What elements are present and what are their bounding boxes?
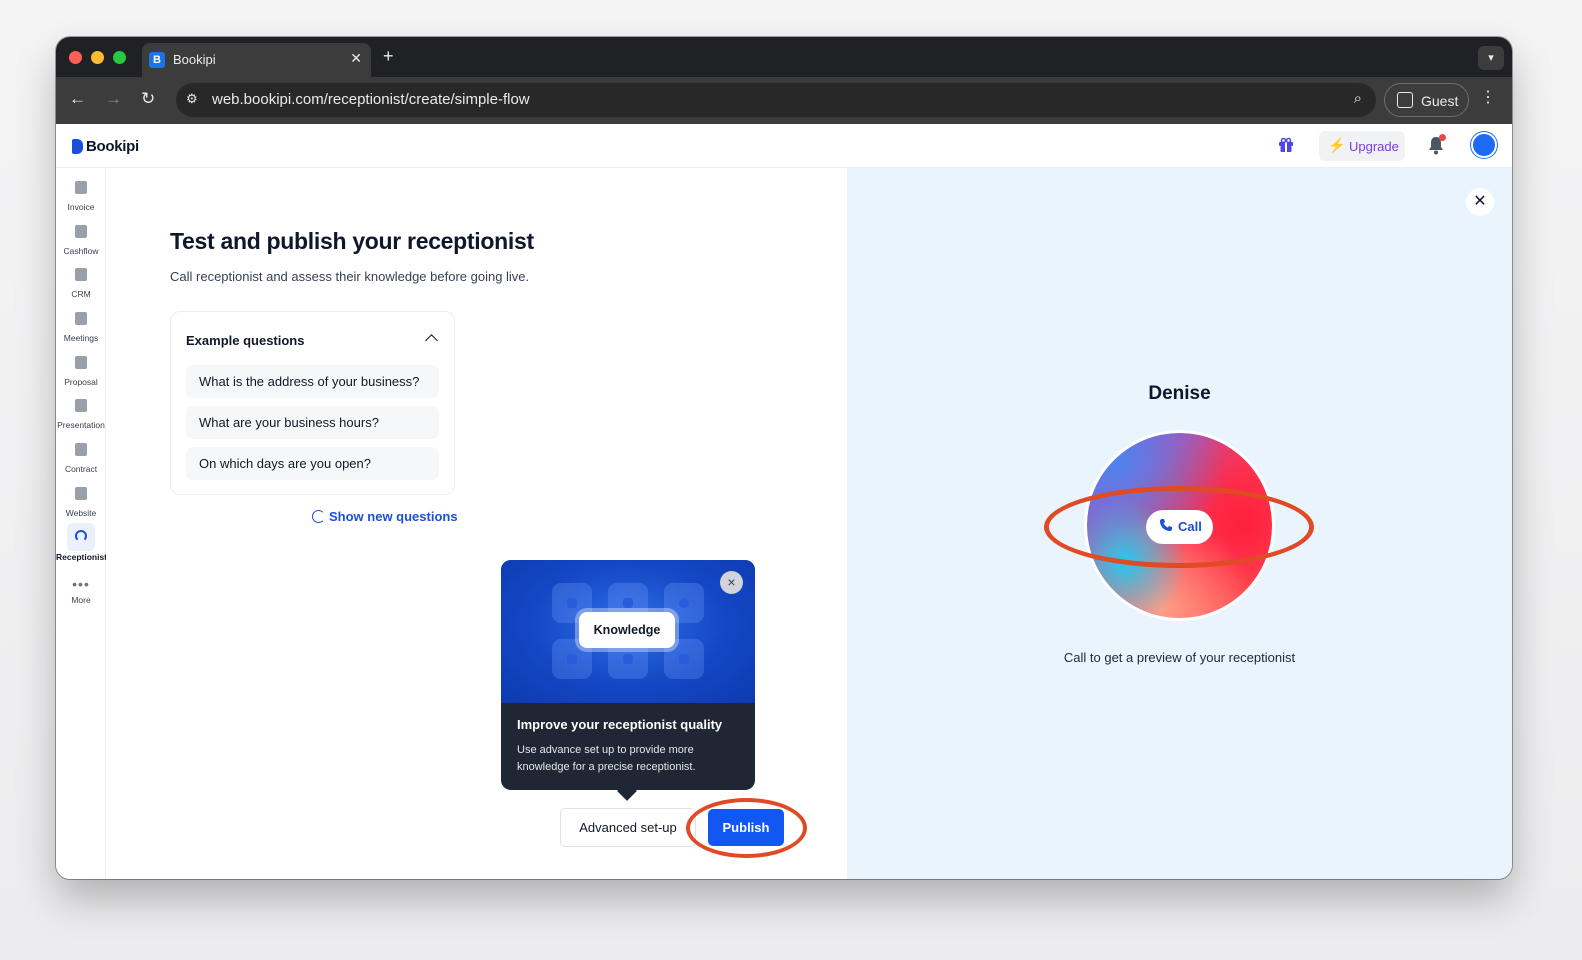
show-new-questions-link[interactable]: Show new questions: [312, 509, 458, 524]
sidebar-item-label: Contract: [64, 464, 98, 474]
crm-chart-icon: [75, 268, 87, 281]
more-dots-icon: •••: [72, 576, 90, 592]
user-avatar[interactable]: [1471, 132, 1497, 158]
calendar-icon: [75, 312, 87, 325]
presentation-icon: [75, 399, 87, 412]
building-icon: [567, 598, 577, 608]
page-subtitle: Call receptionist and assess their knowl…: [170, 269, 530, 284]
sidebar-item-label: Website: [65, 508, 97, 518]
proposal-icon: [75, 356, 87, 369]
tab-search-chevron-icon[interactable]: ▾: [1478, 46, 1504, 70]
sidebar-item-label: Meetings: [63, 333, 99, 343]
tooltip-arrow: [617, 781, 637, 801]
sidebar-item-label: Receptionist: [56, 552, 108, 562]
browser-toolbar: ← → ↻ ⚙ web.bookipi.com/receptionist/cre…: [56, 77, 1512, 124]
browser-menu-icon[interactable]: ⋮: [1480, 87, 1496, 107]
sidebar-item-receptionist[interactable]: Receptionist: [56, 523, 108, 571]
sidebar-item-label: Invoice: [67, 202, 95, 212]
tooltip-title: Improve your receptionist quality: [517, 717, 723, 732]
profile-label: Guest: [1421, 93, 1459, 109]
tab-strip: B Bookipi ✕ + ▾: [56, 37, 1512, 77]
sidebar-item-website[interactable]: Website: [56, 487, 106, 527]
back-arrow-icon[interactable]: ←: [69, 89, 86, 109]
example-questions-header: Example questions: [186, 333, 305, 348]
new-tab-icon[interactable]: +: [383, 46, 394, 67]
cashflow-icon: [75, 225, 87, 238]
refresh-icon: [312, 510, 325, 523]
minimize-window-button[interactable]: [91, 51, 104, 64]
sidebar-item-label: More: [71, 595, 91, 605]
agent-name: Denise: [1148, 383, 1211, 404]
close-icon[interactable]: ×: [720, 571, 743, 594]
example-questions-card: Example questions What is the address of…: [170, 311, 455, 495]
bookipi-favicon-icon: B: [149, 52, 165, 68]
sidebar-item-label: Cashflow: [63, 246, 99, 256]
tab-close-icon[interactable]: ✕: [350, 50, 362, 67]
sidebar-item-contract[interactable]: Contract: [56, 443, 106, 483]
chevron-up-icon[interactable]: [425, 334, 438, 347]
sidebar-item-invoice[interactable]: Invoice: [56, 181, 106, 221]
profile-icon: [1397, 92, 1413, 108]
question-item[interactable]: On which days are you open?: [186, 447, 439, 480]
close-icon[interactable]: ✕: [1466, 188, 1494, 216]
show-new-questions-label: Show new questions: [329, 509, 458, 524]
question-item[interactable]: What is the address of your business?: [186, 365, 439, 398]
invoice-icon: [75, 181, 87, 194]
site-settings-icon[interactable]: ⚙: [186, 91, 198, 107]
sidebar-item-proposal[interactable]: Proposal: [56, 356, 106, 396]
briefcase-icon: [623, 598, 633, 608]
sidebar-item-meetings[interactable]: Meetings: [56, 312, 106, 352]
sidebar-item-crm[interactable]: CRM: [56, 268, 106, 308]
upgrade-label: Upgrade: [1349, 139, 1399, 154]
upgrade-button[interactable]: ⚡ Upgrade: [1319, 131, 1405, 161]
contract-pen-icon: [75, 443, 87, 456]
chat-icon: [679, 654, 689, 664]
profile-button[interactable]: Guest: [1384, 83, 1469, 117]
headset-icon: [75, 530, 87, 542]
receptionist-preview-panel: ✕ Denise Call Call to get a preview of y…: [847, 168, 1512, 879]
website-icon: [75, 487, 87, 500]
call-highlight-annotation: [1044, 486, 1314, 568]
gift-icon[interactable]: [1278, 137, 1294, 153]
address-bar[interactable]: ⚙ web.bookipi.com/receptionist/create/si…: [176, 83, 1376, 117]
question-item[interactable]: What are your business hours?: [186, 406, 439, 439]
tooltip-body: Use advance set up to provide more knowl…: [517, 744, 696, 773]
browser-window: B Bookipi ✕ + ▾ ← → ↻ ⚙ web.bookipi.com/…: [56, 37, 1512, 879]
advanced-setup-button[interactable]: Advanced set-up: [560, 808, 696, 847]
search-zoom-icon[interactable]: ⌕: [1354, 90, 1362, 107]
document-icon: [567, 654, 577, 664]
forward-arrow-icon[interactable]: →: [105, 89, 122, 109]
sidebar-item-presentation[interactable]: Presentation: [56, 399, 106, 439]
sidebar-item-label: CRM: [71, 289, 91, 299]
checklist-icon: [623, 654, 633, 664]
sidebar-item-label: Proposal: [64, 377, 98, 387]
close-window-button[interactable]: [69, 51, 82, 64]
publish-highlight-annotation: [686, 798, 807, 858]
page-title: Test and publish your receptionist: [170, 228, 534, 254]
maximize-window-button[interactable]: [113, 51, 126, 64]
bookipi-logo-icon: [72, 139, 83, 154]
notification-dot: [1439, 134, 1446, 141]
url-text[interactable]: web.bookipi.com/receptionist/create/simp…: [212, 91, 530, 108]
sidebar-item-label: Presentation: [57, 420, 105, 430]
knowledge-illustration: Knowledge: [501, 560, 755, 703]
sidebar-item-more[interactable]: ••• More: [56, 576, 106, 622]
reload-icon[interactable]: ↻: [141, 89, 155, 109]
preview-hint: Call to get a preview of your receptioni…: [1063, 650, 1296, 665]
app-header: Bookipi ⚡ Upgrade: [56, 124, 1512, 168]
question-icon: [679, 598, 689, 608]
tab-title: Bookipi: [173, 52, 216, 67]
sidebar: Invoice Cashflow CRM Meetings Proposal P…: [56, 168, 108, 879]
sidebar-item-cashflow[interactable]: Cashflow: [56, 225, 106, 265]
knowledge-chip: Knowledge: [579, 612, 675, 648]
advanced-setup-tooltip: Knowledge × Improve your receptionist qu…: [501, 560, 755, 801]
lightning-icon: ⚡: [1328, 137, 1346, 153]
main-content: Test and publish your receptionist Call …: [106, 168, 847, 879]
browser-tab[interactable]: B Bookipi ✕: [142, 43, 371, 77]
logo-text: Bookipi: [86, 138, 139, 155]
